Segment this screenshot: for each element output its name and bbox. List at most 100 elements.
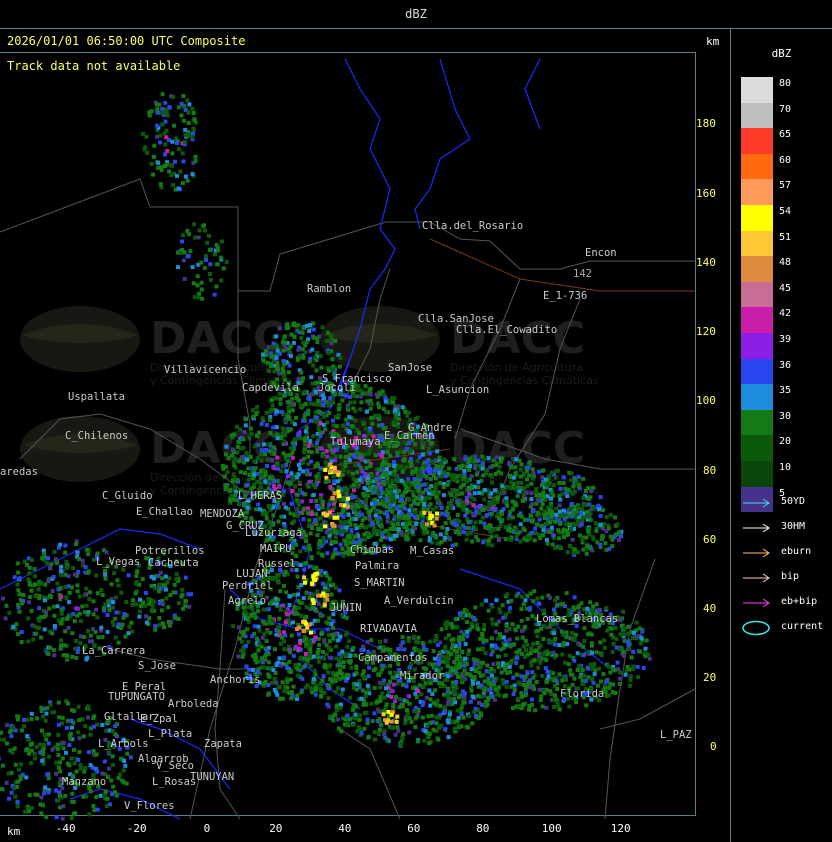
track-legend-item: eb+bip: [741, 595, 831, 609]
y-tick-label: 0: [710, 740, 717, 753]
place-label: Clla.El_Cowadito: [456, 324, 557, 336]
x-tick-label: 40: [338, 822, 352, 835]
place-label: Florida: [560, 688, 604, 700]
place-label: S_Jose: [138, 660, 176, 672]
arrow-icon: [743, 598, 770, 608]
place-label: L_Asuncion: [426, 384, 489, 396]
track-legend-item: 30HM: [741, 520, 831, 534]
place-label: Potrerillos: [135, 545, 205, 557]
legend-swatch-label: 54: [779, 206, 792, 217]
y-tick-label: 120: [696, 325, 716, 338]
legend-swatch: [741, 435, 773, 461]
legend-swatch: [741, 128, 773, 154]
legend-swatch: [741, 102, 773, 129]
track-legend-label: 50YD: [781, 496, 806, 507]
watermark-line1: Dirección de Agricultura: [450, 361, 583, 374]
ellipse-icon: [742, 620, 770, 636]
radar-map[interactable]: DACCDirección de Agriculturay Contingenc…: [0, 29, 731, 842]
place-label: L_PAZ: [660, 729, 692, 741]
x-tick-label: -20: [126, 822, 147, 835]
legend-swatch-label: 80: [779, 78, 792, 89]
place-label: Capdevila: [242, 382, 299, 394]
place-label: Cacheuta: [148, 557, 199, 569]
legend-swatch: [741, 153, 773, 180]
track-legend-item: eburn: [741, 545, 831, 559]
arrow-icon: [743, 548, 770, 558]
legend-swatch-label: 39: [779, 334, 792, 345]
legend-swatch: [741, 384, 773, 410]
place-label: Manzano: [62, 776, 106, 788]
y-tick-label: 80: [703, 464, 717, 477]
legend-swatch-label: 20: [779, 436, 792, 448]
place-label: S_MARTIN: [354, 577, 405, 589]
place-label: G_Andre: [408, 422, 452, 434]
x-tick-label: 60: [407, 822, 421, 835]
place-label: V_Flores: [124, 800, 175, 812]
place-label: TUPUNGATO: [108, 691, 165, 703]
track-legend-label: eb+bip: [781, 596, 818, 607]
place-label: C_Gluido: [102, 490, 153, 502]
place-label: Mirador: [400, 670, 444, 682]
y-tick-label: 100: [696, 394, 716, 407]
track-legend-label: 30HM: [781, 521, 806, 532]
place-label: M_Casas: [410, 545, 454, 557]
y-tick-label: 180: [696, 117, 716, 130]
place-label: A_Verdulcin: [384, 595, 454, 607]
y-tick-label: 60: [703, 533, 717, 546]
place-label: Palmira: [355, 560, 399, 572]
place-label: E_1-736: [543, 290, 587, 302]
place-label: E_Challao: [136, 506, 193, 518]
place-label: TUNUYAN: [190, 771, 234, 783]
legend-swatch: [741, 205, 773, 231]
legend-swatch: [741, 77, 773, 103]
y-tick-label: 20: [703, 671, 717, 684]
track-legend-label: eburn: [781, 546, 812, 557]
place-label: Zapata: [204, 738, 242, 750]
track-notice: Track data not available: [7, 59, 181, 73]
x-tick-label: -40: [55, 822, 76, 835]
arrow-icon: [743, 498, 770, 508]
legend-swatch-label: 65: [779, 129, 792, 141]
place-label: Agrelo: [228, 595, 266, 607]
y-tick-label: 140: [696, 256, 716, 269]
legend-swatch: [741, 461, 773, 487]
legend-swatch-label: 42: [779, 308, 792, 320]
place-label: L_Plata: [148, 728, 192, 740]
legend-swatch: [741, 358, 773, 385]
place-label: Tulumaya: [330, 436, 381, 448]
legend-swatch: [741, 333, 773, 359]
legend-swatch-label: 45: [779, 282, 792, 294]
legend-swatch: [741, 307, 773, 333]
place-label: Luzuriaga: [245, 527, 302, 539]
legend-swatch-label: 57: [779, 180, 792, 192]
legend-swatch: [741, 409, 773, 436]
place-label: Campamentos: [358, 652, 428, 664]
x-tick-label: 80: [476, 822, 490, 835]
legend-swatch: [741, 281, 773, 308]
place-label: L_HERAS: [238, 490, 282, 502]
x-tick-label: 100: [541, 822, 562, 835]
place-label: Ramblon: [307, 283, 351, 295]
arrow-icon: [743, 573, 770, 583]
legend-swatch-label: 30: [779, 410, 792, 422]
window-title: dBZ: [405, 7, 427, 21]
place-label: Jocoli: [318, 382, 356, 394]
legend-title: dBZ: [771, 47, 792, 60]
legend-swatch-label: 48: [779, 257, 792, 269]
place-label: Uspallata: [68, 391, 125, 403]
place-label: 142: [573, 268, 592, 280]
y-tick-label: 40: [703, 602, 717, 615]
place-label: Arboleda: [168, 698, 219, 710]
legend-swatch-label: 10: [779, 462, 792, 473]
legend-swatch: [741, 256, 773, 282]
place-label: C_Chilenos: [65, 430, 128, 442]
place-label: Clla.del_Rosario: [422, 220, 523, 232]
place-label: Villavicencio: [164, 364, 246, 376]
place-label: MENDOZA: [200, 508, 245, 520]
place-label: JUNIN: [330, 602, 362, 614]
legend-swatch-label: 51: [779, 231, 792, 243]
place-label: LUJAN: [236, 568, 268, 580]
place-label: RIVADAVIA: [360, 623, 418, 635]
track-legend-item: bip: [741, 570, 831, 584]
legend-swatch-label: 60: [779, 154, 792, 166]
